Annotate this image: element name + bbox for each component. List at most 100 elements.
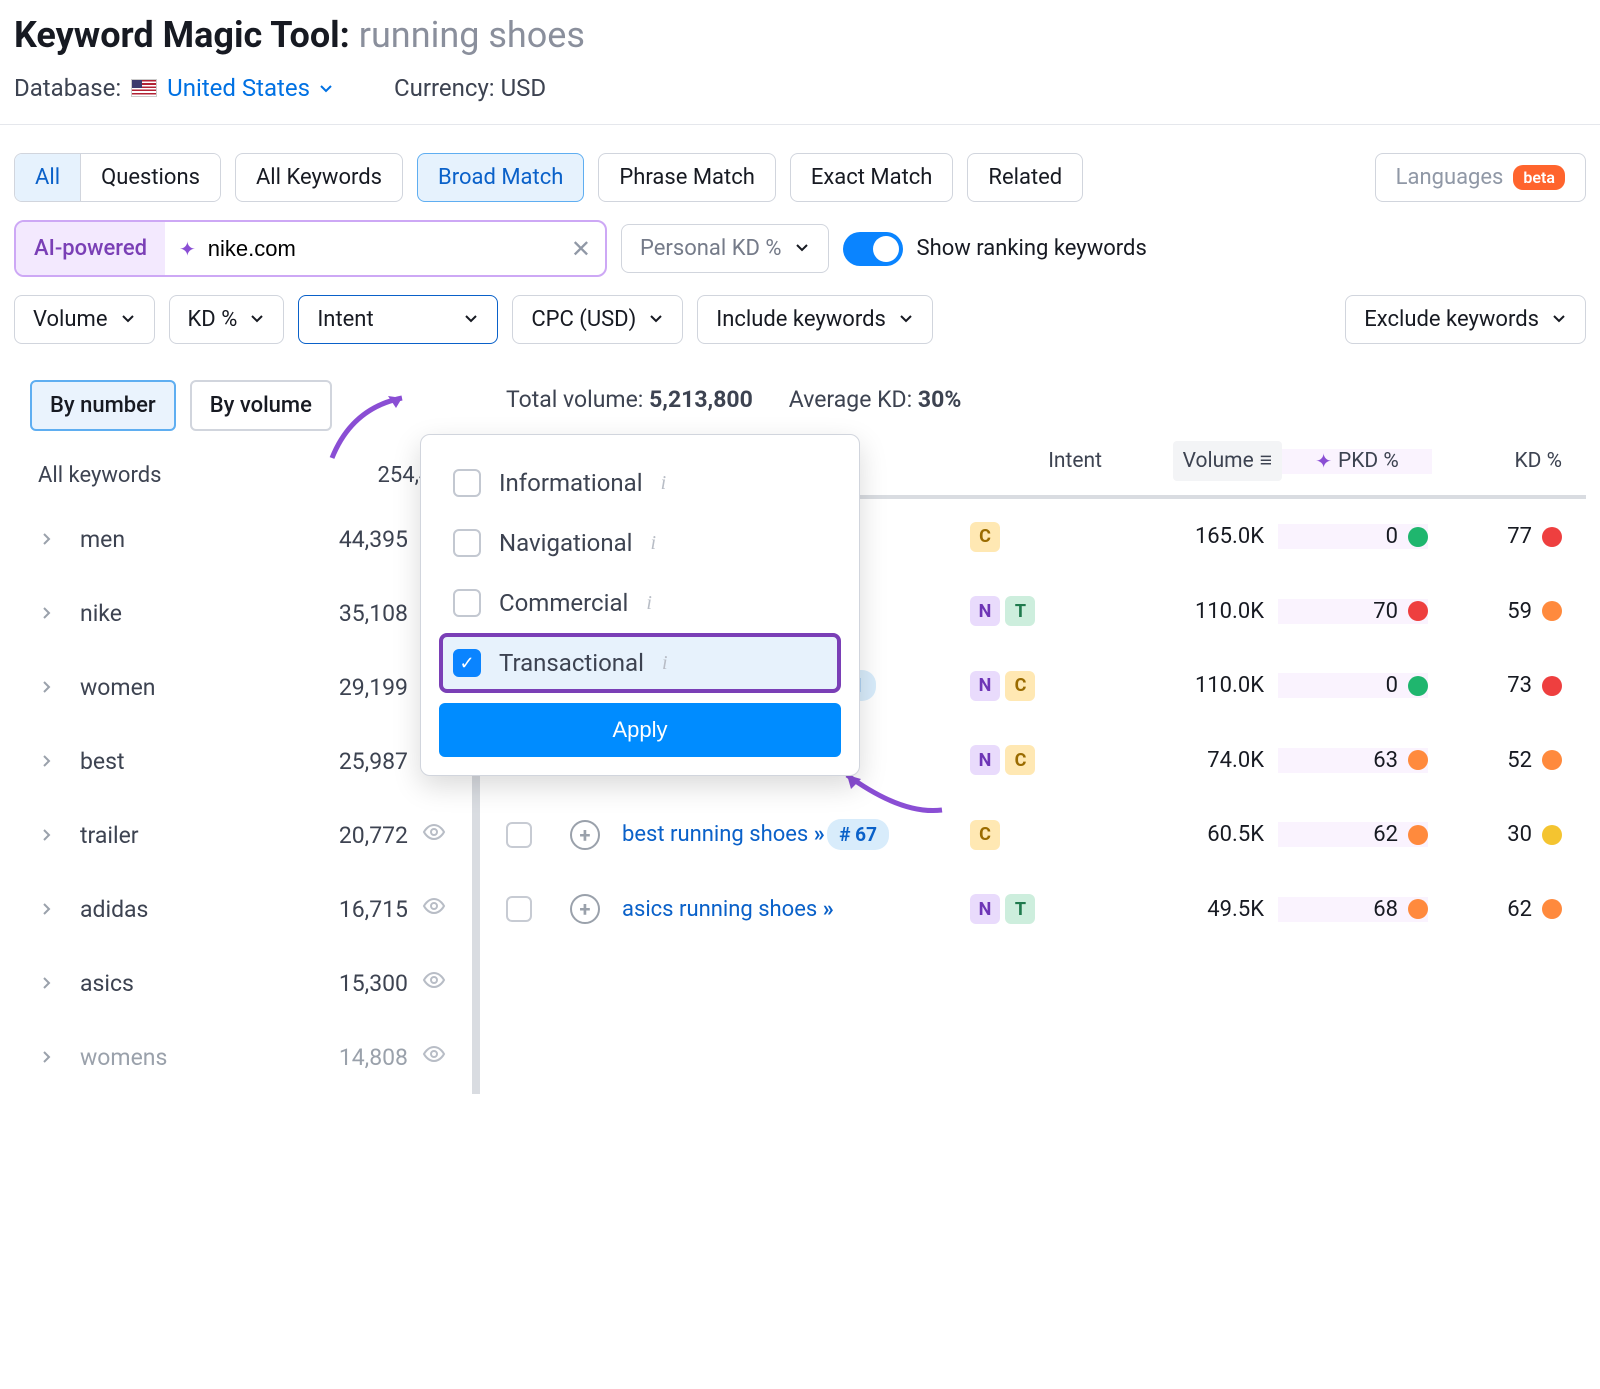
eye-icon[interactable]: [422, 894, 452, 924]
col-volume[interactable]: Volume ≡: [1173, 441, 1282, 481]
eye-icon[interactable]: [422, 968, 452, 998]
chevron-right-icon: [38, 822, 66, 849]
eye-icon[interactable]: [422, 820, 452, 850]
intent-option-transactional[interactable]: ✓Transactionali: [439, 633, 841, 693]
tab-broad-match[interactable]: Broad Match: [417, 153, 584, 202]
table-row: + best running shoes » # 67 C 60.5K 62 3…: [480, 797, 1586, 872]
sidebar-item-label: nike: [80, 600, 325, 627]
intent-tag: N: [970, 745, 1000, 775]
tab-by-volume[interactable]: By volume: [190, 380, 332, 431]
intent-option-navigational[interactable]: Navigationali: [439, 513, 841, 573]
sidebar-item-count: 15,300: [339, 970, 408, 997]
kd-cell: 52: [1432, 748, 1562, 773]
tab-group-type: All Questions: [14, 153, 221, 202]
tab-all[interactable]: All: [15, 154, 81, 201]
ai-powered-label: AI-powered: [16, 222, 165, 275]
search-query: running shoes: [359, 14, 585, 56]
show-ranking-toggle[interactable]: [843, 232, 903, 266]
sidebar-item[interactable]: adidas 16,715: [14, 872, 472, 946]
sidebar-item-count: 44,395: [339, 526, 408, 553]
rank-pill: # 67: [827, 819, 889, 850]
chevron-down-icon: [898, 307, 914, 332]
info-icon: i: [662, 652, 668, 675]
expand-icon[interactable]: +: [570, 820, 600, 850]
volume-cell: 49.5K: [1094, 897, 1274, 922]
sidebar-item-count: 29,199: [339, 674, 408, 701]
table-row: + asics running shoes » N T 49.5K 68 62: [480, 872, 1586, 946]
row-checkbox[interactable]: [506, 896, 532, 922]
eye-icon[interactable]: [422, 1042, 452, 1072]
col-intent[interactable]: Intent: [982, 449, 1102, 473]
sparkle-icon: ✦: [179, 237, 196, 261]
tab-phrase-match[interactable]: Phrase Match: [598, 153, 775, 202]
beta-badge: beta: [1513, 165, 1565, 190]
sidebar-item-count: 25,987: [339, 748, 408, 775]
sidebar-item[interactable]: asics 15,300: [14, 946, 472, 1020]
kd-cell: 59: [1432, 599, 1562, 624]
sidebar-item[interactable]: women 29,199: [14, 650, 472, 724]
intent-option-commercial[interactable]: Commerciali: [439, 573, 841, 633]
volume-cell: 110.0K: [1094, 599, 1274, 624]
info-icon: i: [661, 472, 667, 495]
apply-button[interactable]: Apply: [439, 703, 841, 757]
sidebar-item-count: 16,715: [339, 896, 408, 923]
intent-cell: N T: [970, 596, 1090, 626]
pkd-cell: 63: [1278, 748, 1428, 773]
keyword-link[interactable]: asics running shoes »: [622, 897, 966, 922]
chevron-right-icon: [38, 674, 66, 701]
avg-kd: Average KD: 30%: [789, 386, 962, 413]
personal-kd-dropdown[interactable]: Personal KD %: [621, 224, 829, 273]
sidebar-item[interactable]: trailer 20,772: [14, 798, 472, 872]
row-checkbox[interactable]: [506, 822, 532, 848]
sidebar-item-label: best: [80, 748, 325, 775]
filter-include[interactable]: Include keywords: [697, 295, 933, 344]
domain-input[interactable]: [208, 236, 559, 262]
tab-questions[interactable]: Questions: [81, 154, 220, 201]
kd-cell: 62: [1432, 897, 1562, 922]
chevron-right-icon: [38, 970, 66, 997]
chevron-right-icon: [38, 896, 66, 923]
intent-cell: N T: [970, 894, 1090, 924]
sidebar-item[interactable]: men 44,395: [14, 502, 472, 576]
languages-button[interactable]: Languages beta: [1375, 153, 1586, 202]
tab-related[interactable]: Related: [967, 153, 1083, 202]
kd-cell: 77: [1432, 524, 1562, 549]
filter-cpc[interactable]: CPC (USD): [512, 295, 683, 344]
tab-all-keywords[interactable]: All Keywords: [235, 153, 403, 202]
volume-cell: 165.0K: [1094, 524, 1274, 549]
sidebar-all-keywords[interactable]: All keywords 254,458: [14, 449, 480, 502]
sidebar-item-label: asics: [80, 970, 325, 997]
chevron-down-icon: [648, 307, 664, 332]
volume-cell: 60.5K: [1094, 822, 1274, 847]
clear-icon[interactable]: ✕: [571, 235, 591, 263]
tab-exact-match[interactable]: Exact Match: [790, 153, 954, 202]
sidebar-item[interactable]: nike 35,108: [14, 576, 472, 650]
sparkle-icon: ✦: [1315, 449, 1332, 473]
col-kd[interactable]: KD %: [1432, 449, 1562, 473]
kd-cell: 73: [1432, 673, 1562, 698]
filter-kd[interactable]: KD %: [169, 295, 285, 344]
chevron-down-icon: [249, 307, 265, 332]
intent-cell: C: [970, 522, 1090, 552]
toggle-label: Show ranking keywords: [917, 236, 1147, 261]
sidebar-item-label: womens: [80, 1044, 325, 1071]
sidebar-item[interactable]: womens 14,808: [14, 1020, 472, 1094]
col-pkd[interactable]: ✦PKD %: [1315, 449, 1399, 473]
intent-tag: C: [1005, 671, 1035, 701]
chevron-right-icon: [38, 526, 66, 553]
pkd-cell: 70: [1278, 599, 1428, 624]
filter-exclude[interactable]: Exclude keywords: [1345, 295, 1586, 344]
expand-icon[interactable]: +: [570, 894, 600, 924]
intent-tag: C: [1005, 745, 1035, 775]
intent-tag: T: [1005, 596, 1035, 626]
database-selector[interactable]: Database: United States: [14, 74, 334, 102]
pkd-cell: 68: [1278, 897, 1428, 922]
tab-by-number[interactable]: By number: [30, 380, 176, 431]
total-volume: Total volume: 5,213,800: [506, 386, 753, 413]
filter-volume[interactable]: Volume: [14, 295, 155, 344]
sidebar-item[interactable]: best 25,987: [14, 724, 472, 798]
keyword-link[interactable]: best running shoes » # 67: [622, 819, 966, 850]
filter-intent[interactable]: Intent: [298, 295, 498, 344]
intent-option-informational[interactable]: Informationali: [439, 453, 841, 513]
intent-tag: N: [970, 894, 1000, 924]
